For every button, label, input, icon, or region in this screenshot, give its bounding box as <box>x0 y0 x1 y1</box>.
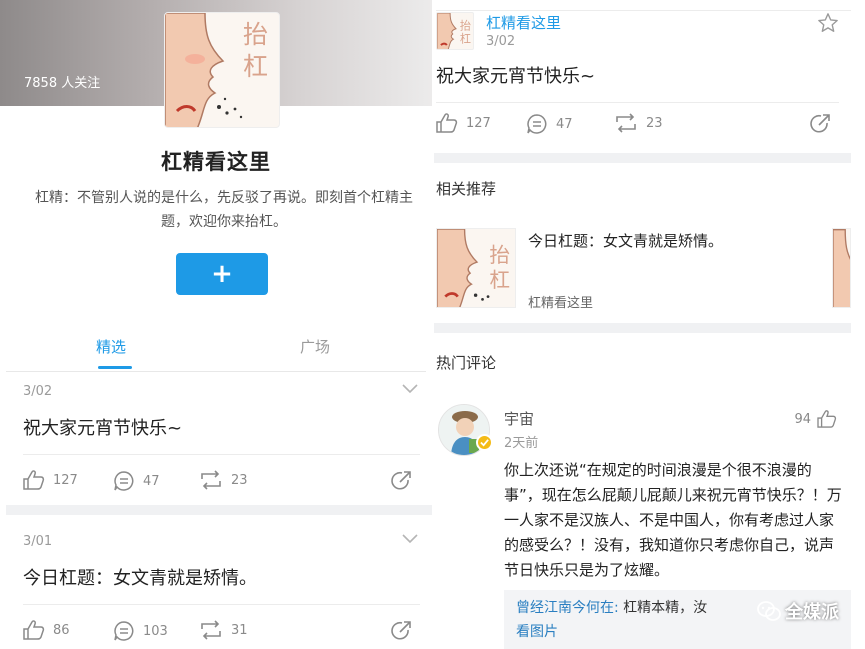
comment-icon <box>527 114 547 134</box>
repost-button[interactable]: 23 <box>614 113 663 133</box>
like-button[interactable]: 127 <box>436 113 491 133</box>
repost-count: 31 <box>231 622 248 638</box>
comment-text: 你上次还说“在规定的时间浪漫是个很不浪漫的事”，现在怎么屁颠儿屁颠儿来祝元宵节快… <box>504 461 842 579</box>
post-text: 祝大家元宵节快乐~ <box>436 66 596 87</box>
post-actions: 127 47 23 <box>23 470 420 496</box>
commenter-name[interactable]: 宇宙 <box>504 408 534 429</box>
comment-button[interactable]: 47 <box>113 470 160 492</box>
repost-icon <box>201 470 221 490</box>
share-button[interactable] <box>809 113 839 135</box>
feed-post[interactable]: 3/02 祝大家元宵节快乐~ 127 47 23 <box>6 384 426 504</box>
hot-comments-title: 热门评论 <box>436 354 497 372</box>
post-date: 3/01 <box>23 534 53 549</box>
chevron-down-icon[interactable] <box>402 382 418 398</box>
thumbs-up-icon <box>23 620 45 640</box>
divider <box>436 102 839 103</box>
like-count: 127 <box>466 115 491 131</box>
author-avatar[interactable]: 抬 杠 <box>436 12 474 50</box>
comment-button[interactable]: 103 <box>113 620 168 642</box>
repost-button[interactable]: 23 <box>199 470 248 490</box>
comment-count: 47 <box>556 116 573 132</box>
section-separator <box>432 153 851 163</box>
related-thumbnail-next[interactable] <box>832 228 851 308</box>
section-separator <box>432 323 851 333</box>
repost-icon <box>201 620 221 640</box>
comment-time: 2天前 <box>504 436 539 451</box>
comment-count: 47 <box>143 473 160 489</box>
share-icon <box>391 471 411 490</box>
section-separator <box>6 505 432 515</box>
watermark: 全媒派 <box>757 598 839 624</box>
share-icon <box>810 114 830 133</box>
repost-icon <box>616 113 636 133</box>
comment-like-count: 94 <box>794 411 811 427</box>
like-count: 127 <box>53 472 78 488</box>
like-count: 86 <box>53 622 70 638</box>
star-icon[interactable] <box>817 12 839 38</box>
tab-plaza[interactable]: 广场 <box>300 336 330 357</box>
post-date: 3/02 <box>486 34 516 49</box>
panel-divider <box>432 0 434 649</box>
reply-text: 杠精本精，汝 <box>618 600 708 616</box>
thumbs-up-icon <box>817 410 837 428</box>
related-title[interactable]: 今日杠题：女文青就是矫情。 <box>528 230 723 251</box>
avatar-caption: 抬杠 <box>243 20 269 81</box>
comment-icon <box>114 471 134 491</box>
related-thumbnail[interactable]: 抬 杠 <box>436 228 516 308</box>
post-author[interactable]: 杠精看这里 <box>486 12 561 33</box>
divider <box>436 10 851 11</box>
related-author: 杠精看这里 <box>528 296 594 311</box>
topic-page-panel: 7858 人关注 抬杠 杠精看这里 杠精：不管别人说的是什么，先反驳了再说。即刻… <box>0 0 432 649</box>
post-detail-panel: 抬 杠 杠精看这里 3/02 祝大家元宵节快乐~ 127 47 23 相关推荐 <box>432 0 865 649</box>
page-title: 杠精看这里 <box>161 150 271 174</box>
thumbs-up-icon <box>23 470 45 490</box>
like-button[interactable]: 127 <box>23 470 78 490</box>
comment-like-button[interactable]: 94 <box>794 410 837 428</box>
post-text: 今日杠题：女文青就是矫情。 <box>23 568 257 589</box>
post-actions: 86 103 31 <box>23 620 420 646</box>
face-illustration-icon <box>833 229 850 307</box>
share-icon <box>391 621 411 640</box>
verified-badge-icon <box>476 434 493 451</box>
repost-button[interactable]: 31 <box>199 620 248 640</box>
thumbs-up-icon <box>436 113 458 133</box>
active-tab-indicator <box>98 366 132 369</box>
comment-button[interactable]: 47 <box>526 113 573 135</box>
post-date: 3/02 <box>23 384 53 399</box>
page-description: 杠精：不管别人说的是什么，先反驳了再说。即刻首个杠精主题，欢迎你来抬杠。 <box>35 190 413 230</box>
follower-count: 7858 人关注 <box>24 76 101 91</box>
chevron-down-icon[interactable] <box>402 532 418 548</box>
reply-author[interactable]: 曾经江南今何在: <box>516 600 619 616</box>
share-button[interactable] <box>390 470 420 492</box>
svg-text:杠: 杠 <box>460 32 471 45</box>
wechat-icon <box>757 601 781 621</box>
face-illustration-icon: 抬 杠 <box>437 229 510 307</box>
repost-count: 23 <box>646 115 663 131</box>
divider <box>23 454 420 455</box>
topic-avatar: 抬杠 <box>164 12 280 128</box>
like-button[interactable]: 86 <box>23 620 70 640</box>
post-text: 祝大家元宵节快乐~ <box>23 418 183 439</box>
repost-count: 23 <box>231 472 248 488</box>
svg-text:杠: 杠 <box>489 268 510 292</box>
related-section-title: 相关推荐 <box>436 180 497 198</box>
svg-text:抬: 抬 <box>460 18 471 32</box>
follow-button[interactable]: + <box>176 253 268 295</box>
comment-icon <box>114 621 134 641</box>
face-illustration-icon: 抬 杠 <box>437 13 471 49</box>
tab-featured[interactable]: 精选 <box>96 336 126 357</box>
divider <box>23 604 420 605</box>
post-actions: 127 47 23 <box>436 113 839 139</box>
tab-bar: 精选 广场 <box>6 326 426 371</box>
feed-post[interactable]: 3/01 今日杠题：女文青就是矫情。 86 103 31 <box>6 534 426 649</box>
view-image-link[interactable]: 看图片 <box>516 624 558 640</box>
svg-text:抬: 抬 <box>489 243 510 267</box>
divider <box>6 371 426 372</box>
watermark-text: 全媒派 <box>785 602 839 623</box>
comment-count: 103 <box>143 623 168 639</box>
share-button[interactable] <box>390 620 420 642</box>
